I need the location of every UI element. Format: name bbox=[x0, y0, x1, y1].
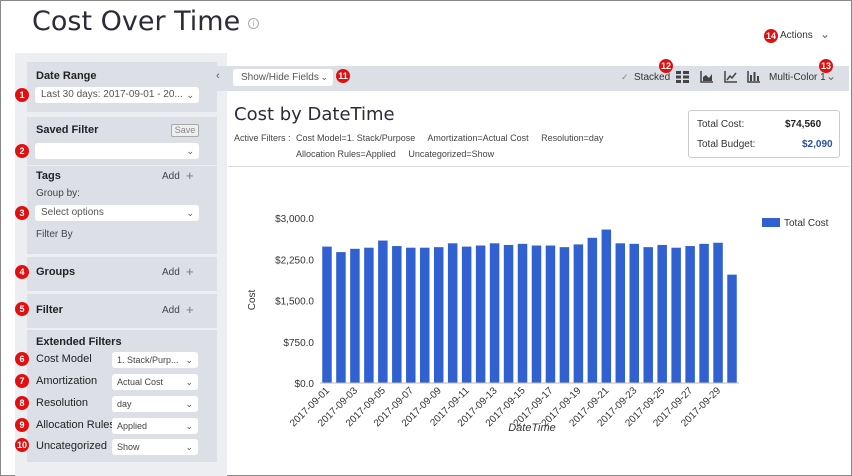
bar-2017-09-09 bbox=[433, 247, 444, 383]
x-axis-title: DateTime bbox=[508, 422, 556, 434]
badge-6: 6 bbox=[15, 352, 29, 366]
y-tick-label: $0.0 bbox=[295, 379, 315, 390]
bar-2017-09-29 bbox=[713, 242, 723, 383]
badge-1: 1 bbox=[15, 88, 29, 102]
bar-2017-09-30 bbox=[727, 274, 737, 383]
legend-swatch bbox=[762, 218, 780, 227]
bar-2017-09-07 bbox=[406, 247, 416, 383]
bar-2017-09-05 bbox=[378, 240, 388, 383]
badge-12: 12 bbox=[659, 59, 673, 73]
bar-2017-09-08 bbox=[420, 247, 430, 383]
bar-2017-09-03 bbox=[350, 248, 360, 383]
bar-2017-09-12 bbox=[475, 245, 486, 383]
y-tick-label: $3,000.0 bbox=[275, 214, 314, 225]
badge-4: 4 bbox=[15, 265, 29, 279]
bar-2017-09-25 bbox=[657, 244, 667, 383]
bar-2017-09-21 bbox=[601, 229, 612, 383]
y-tick-label: $2,250.0 bbox=[275, 255, 314, 266]
y-tick-label: $1,500.0 bbox=[275, 297, 314, 308]
bar-2017-09-28 bbox=[699, 243, 709, 383]
y-tick-label: $750.0 bbox=[283, 338, 314, 349]
bar-2017-09-14 bbox=[503, 244, 514, 383]
bar-2017-09-17 bbox=[545, 245, 556, 383]
bar-2017-09-26 bbox=[671, 247, 681, 383]
bar-2017-09-06 bbox=[392, 246, 402, 383]
bar-2017-09-01 bbox=[322, 246, 332, 383]
badge-2: 2 bbox=[15, 144, 29, 158]
bar-2017-09-02 bbox=[336, 252, 346, 383]
badge-11: 11 bbox=[336, 69, 350, 83]
cost-bar-chart: $0.0$750.0$1,500.0$2,250.0$3,000.02017-0… bbox=[247, 214, 829, 434]
bar-2017-09-16 bbox=[531, 245, 542, 383]
bar-2017-09-15 bbox=[517, 243, 528, 383]
badge-9: 9 bbox=[15, 418, 29, 432]
y-axis-title: Cost bbox=[247, 289, 258, 310]
bar-2017-09-20 bbox=[587, 237, 598, 383]
bar-2017-09-18 bbox=[559, 247, 570, 383]
bar-2017-09-19 bbox=[573, 244, 584, 383]
bar-2017-09-27 bbox=[685, 246, 695, 383]
badge-5: 5 bbox=[15, 302, 29, 316]
bar-2017-09-22 bbox=[615, 243, 626, 383]
badge-7: 7 bbox=[15, 374, 29, 388]
bar-2017-09-10 bbox=[447, 243, 458, 383]
badge-3: 3 bbox=[15, 206, 29, 220]
bar-2017-09-04 bbox=[364, 247, 374, 383]
badge-8: 8 bbox=[15, 396, 29, 410]
bar-2017-09-13 bbox=[489, 243, 500, 383]
badge-13: 13 bbox=[819, 59, 833, 73]
bar-2017-09-11 bbox=[461, 246, 472, 383]
badge-10: 10 bbox=[15, 438, 29, 452]
bar-2017-09-23 bbox=[629, 243, 639, 383]
badge-14: 14 bbox=[764, 29, 778, 43]
bar-2017-09-24 bbox=[643, 247, 653, 383]
legend-label: Total Cost bbox=[784, 218, 829, 229]
